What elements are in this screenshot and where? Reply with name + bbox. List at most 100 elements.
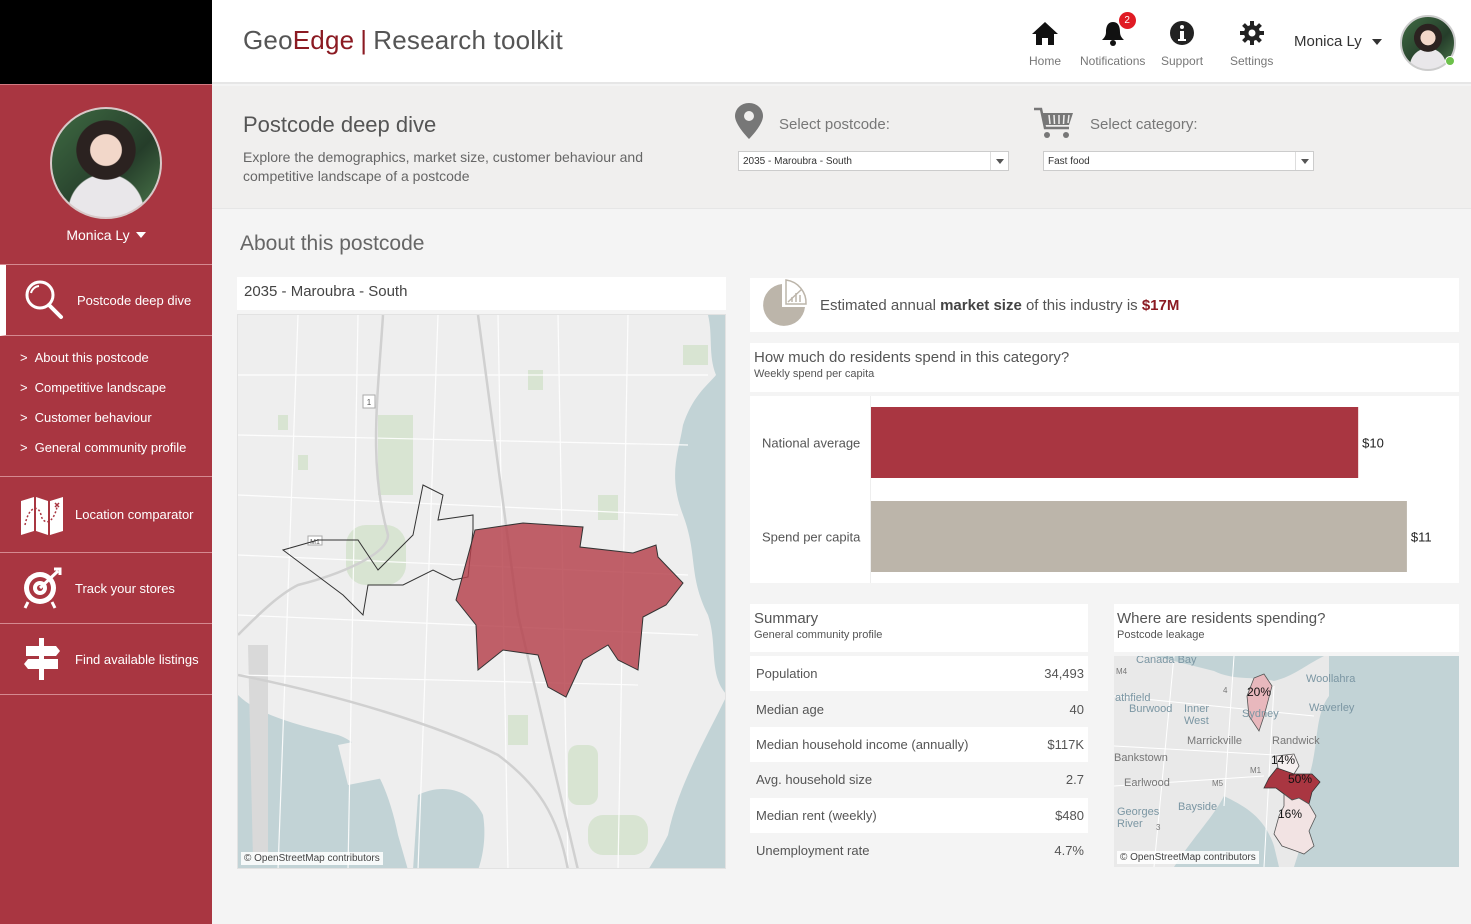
nav-home[interactable]: Home <box>1029 18 1061 68</box>
subnav-competitive-landscape[interactable]: > Competitive landscape <box>20 378 212 408</box>
summary-table: Population 34,493 Median age 40 Median hou… <box>750 656 1088 868</box>
location-pin-icon <box>734 102 764 145</box>
summary-row: Median age 40 <box>756 701 1084 717</box>
top-header: GeoEdge | Research toolkit Home 2 Notifica… <box>212 0 1471 84</box>
map-place-label: Burwood <box>1129 703 1173 715</box>
market-size-keyword: market size <box>940 296 1022 314</box>
spend-chart-title: How much do residents spend in this cate… <box>754 349 1070 366</box>
leakage-map[interactable]: Canada Bay M4 4 Woollahra athfield Burwo… <box>1114 656 1459 867</box>
sidebar-profile: Monica Ly <box>0 85 212 265</box>
bar-value-label: $11 <box>1411 530 1432 545</box>
sidebar-item-label: Find available listings <box>75 651 199 667</box>
map-road-label: M1 <box>1250 766 1262 775</box>
summary-row: Avg. household size 2.7 <box>756 772 1084 788</box>
summary-row: Median household income (annually) $117K <box>750 726 1088 763</box>
nav-support[interactable]: Support <box>1161 18 1203 68</box>
sidebar-item-label: Postcode deep dive <box>77 292 192 308</box>
chevron-down-icon <box>990 152 1008 170</box>
sidebar-top-block <box>0 0 212 84</box>
map-place-label: Canada Bay <box>1136 656 1197 666</box>
subnav-about-this-postcode[interactable]: > About this postcode <box>20 348 212 378</box>
map-road-label: 4 <box>1223 686 1228 695</box>
leakage-pct-label: 16% <box>1278 807 1303 821</box>
magnifier-icon <box>20 276 68 324</box>
brand-product: Research toolkit <box>373 25 563 55</box>
spend-chart-header: How much do residents spend in this cate… <box>750 343 1459 392</box>
app: Monica Ly Postcode deep dive > About this… <box>0 0 1471 924</box>
leakage-pct-label: 14% <box>1271 753 1296 767</box>
category-select[interactable]: Fast food <box>1043 151 1314 171</box>
user-menu[interactable]: Monica Ly <box>1294 33 1382 50</box>
market-size-value: $17M <box>1141 296 1180 314</box>
leakage-subtitle: Postcode leakage <box>1117 629 1205 641</box>
page-description: Explore the demographics, market size, c… <box>243 149 643 184</box>
map-place-label: Sydney <box>1242 708 1279 720</box>
nav-settings[interactable]: Settings <box>1230 18 1273 68</box>
bar-value-label: $10 <box>1362 436 1384 451</box>
map-attribution[interactable]: © OpenStreetMap contributors <box>1117 851 1259 864</box>
nav-label: Notifications <box>1080 54 1146 68</box>
map-road-label: M5 <box>1212 779 1224 788</box>
nav-label: Home <box>1029 54 1062 68</box>
leakage-title: Where are residents spending? <box>1117 610 1326 627</box>
online-status-dot <box>1445 56 1455 66</box>
subnav-general-community-profile[interactable]: > General community profile <box>20 438 212 468</box>
map-place-label: Waverley <box>1309 702 1355 714</box>
nav-notifications[interactable]: 2 Notifications <box>1080 12 1146 68</box>
bar-category-label: Spend per capita <box>762 530 861 545</box>
caret-down-icon <box>1371 38 1382 45</box>
header-avatar[interactable] <box>1400 15 1456 71</box>
map-icon <box>18 491 66 539</box>
bar-national-average[interactable] <box>871 407 1359 478</box>
bar-spend-per-capita[interactable] <box>871 501 1407 572</box>
brand-edge: Edge <box>292 25 355 55</box>
summary-row: Unemployment rate 4.7% <box>756 843 1084 859</box>
sidebar-item-postcode-deep-dive[interactable]: Postcode deep dive <box>0 265 212 336</box>
map-place-label: Bayside <box>1178 801 1218 813</box>
chevron-down-icon <box>1295 152 1313 170</box>
map-place-label: Inner West <box>1184 703 1210 727</box>
postcode-map[interactable]: 1 M1 © OpenStreetMap contributors <box>237 314 726 869</box>
sidebar-user-name: Monica Ly <box>66 227 130 243</box>
category-select-value: Fast food <box>1048 155 1090 167</box>
subnav-customer-behaviour[interactable]: > Customer behaviour <box>20 408 212 438</box>
summary-title: Summary <box>754 610 819 627</box>
spend-bar-chart-svg: National average $10 Spend per capita $11 <box>762 396 1432 583</box>
postcode-select[interactable]: 2035 - Maroubra - South <box>738 151 1009 171</box>
map-road-label: M4 <box>1116 667 1128 676</box>
sidebar: Monica Ly Postcode deep dive > About this… <box>0 84 212 924</box>
info-icon <box>1169 18 1195 48</box>
notification-badge: 2 <box>1118 12 1136 29</box>
sidebar-user-menu[interactable]: Monica Ly <box>66 227 146 243</box>
target-icon <box>18 564 66 612</box>
section-title: About this postcode <box>240 232 425 255</box>
summary-subtitle: General community profile <box>754 629 883 641</box>
map-road-label: 3 <box>1156 823 1161 832</box>
map-title: 2035 - Maroubra - South <box>237 277 726 310</box>
map-place-label: Randwick <box>1272 735 1320 747</box>
caret-down-icon <box>135 232 146 238</box>
user-name: Monica Ly <box>1294 33 1362 50</box>
market-size-text: Estimated annual market size of this ind… <box>820 296 1180 314</box>
leakage-header: Where are residents spending? Postcode l… <box>1114 604 1459 652</box>
sidebar-item-track-your-stores[interactable]: Track your stores <box>0 553 212 624</box>
sidebar-avatar[interactable] <box>50 107 162 219</box>
app-title: GeoEdge | Research toolkit <box>243 25 563 56</box>
map-attribution[interactable]: © OpenStreetMap contributors <box>241 852 383 865</box>
sidebar-item-find-available-listings[interactable]: Find available listings <box>0 624 212 695</box>
bar-category-label: National average <box>762 436 860 451</box>
category-label: Select category: <box>1090 116 1198 133</box>
sidebar-item-label: Track your stores <box>75 580 175 596</box>
page-header: Postcode deep dive Explore the demograph… <box>212 86 1471 209</box>
sidebar-item-location-comparator[interactable]: Location comparator <box>0 477 212 553</box>
page-title: Postcode deep dive <box>243 112 437 137</box>
pie-chart-icon <box>760 278 808 332</box>
nav-label: Settings <box>1230 54 1274 68</box>
leakage-pct-label: 20% <box>1247 685 1272 699</box>
summary-row: Median rent (weekly) $480 <box>750 797 1088 833</box>
leakage-pct-label: 50% <box>1288 772 1313 786</box>
map-canvas: 1 M1 <box>238 315 725 868</box>
map-place-label: Marrickville <box>1187 735 1242 747</box>
road-shield-label: 1 <box>367 398 372 407</box>
gear-icon <box>1239 18 1265 48</box>
